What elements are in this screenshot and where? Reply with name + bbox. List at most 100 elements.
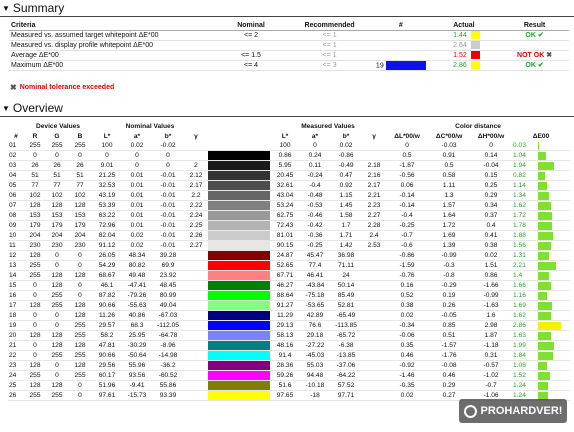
value-cell: 1.51 (470, 260, 513, 272)
color-distance-header: Color distance (455, 123, 501, 131)
value-cell: -37.06 (330, 360, 363, 372)
value-cell (362, 310, 387, 322)
recommended-header: Recommended (285, 21, 374, 31)
nominal-header: Nominal (216, 21, 286, 31)
value-cell: 51 (68, 170, 93, 182)
num-cell (373, 30, 428, 41)
value-cell: 60.17 (92, 370, 123, 382)
value-cell: 179 (24, 220, 46, 232)
value-cell: 0 (470, 141, 513, 152)
delta-e-cell: 1.04 (512, 150, 571, 162)
value-cell: 1.72 (428, 220, 471, 232)
value-cell: 57.52 (330, 380, 363, 392)
value-cell: 54.29 (92, 260, 123, 272)
value-cell: -0.01 (152, 210, 185, 222)
value-cell (184, 260, 209, 272)
value-cell: -30.29 (122, 340, 153, 352)
value-cell: 93.39 (152, 390, 185, 402)
value-cell: 1.3 (428, 190, 471, 202)
value-cell: 63.22 (92, 210, 123, 222)
value-cell: 19 (8, 320, 24, 332)
delta-e-cell: 1.62 (512, 200, 571, 212)
nominal-values-header: Nominal Values (125, 123, 175, 131)
actual-cell: 1.52 (427, 50, 469, 61)
value-cell: 55.86 (152, 380, 185, 392)
value-cell: 0 (24, 280, 46, 292)
delta-e-cell: 1.88 (512, 230, 571, 242)
color-swatch (208, 311, 271, 320)
value-cell: 1.15 (330, 190, 363, 202)
delta-e-value: 2.21 (513, 262, 526, 270)
num-cell (373, 40, 428, 51)
overview-row: 13 255 0 0 54.29 80.82 69.9 52.65 77.4 71.11 -1.59… (8, 260, 571, 272)
check-icon: ✔ (535, 62, 544, 70)
delta-e-value: 1.08 (513, 362, 526, 370)
color-swatch (208, 391, 271, 400)
collapse-triangle-icon[interactable]: ▼ (2, 4, 10, 13)
summary-section-title[interactable]: ▼ Summary (2, 1, 64, 15)
value-cell: 100 (270, 141, 301, 152)
value-cell: 1.11 (428, 180, 471, 192)
value-cell: 81.01 (270, 230, 301, 242)
value-cell: 51.6 (270, 380, 301, 392)
value-cell: 52.81 (330, 300, 363, 312)
summary-row: Maximum ΔE*00 <= 4 <= 3 19 2.86 OK ✔ (9, 60, 569, 72)
value-cell: 0 (300, 141, 331, 152)
overview-section-title[interactable]: ▼ Overview (2, 101, 63, 115)
value-cell: 51.96 (92, 380, 123, 392)
value-cell: 0.51 (428, 330, 471, 342)
delta-e-bar (538, 382, 548, 390)
value-cell (184, 141, 209, 152)
color-swatch (208, 221, 271, 230)
delta-e-cell: 0.03 (512, 141, 571, 152)
value-cell: 1.7 (330, 220, 363, 232)
delta-e-bar (538, 182, 548, 190)
value-cell: 0.47 (330, 170, 363, 182)
swatch-cell (208, 240, 271, 252)
swatch-cell (208, 370, 271, 382)
value-cell: 0 (68, 260, 93, 272)
value-cell: -0.06 (386, 330, 429, 342)
delta-e-value: 1.56 (513, 242, 526, 250)
value-cell: -0.57 (470, 360, 513, 372)
value-cell: 01 (8, 141, 24, 152)
value-cell: -79.26 (122, 290, 153, 302)
value-cell: 0.35 (386, 340, 429, 352)
value-cell: 0.52 (386, 290, 429, 302)
watermark-logo: PROHARDVER! (459, 399, 567, 423)
value-cell: -0.04 (470, 160, 513, 172)
value-cell: 2.17 (362, 180, 387, 192)
value-cell: 67.71 (270, 270, 301, 282)
color-swatch (208, 211, 271, 220)
value-cell: 0.29 (470, 190, 513, 202)
swatch-cell (208, 320, 271, 332)
value-cell: 255 (68, 350, 93, 362)
delta-e-bar (538, 362, 547, 370)
swatch-cell (208, 340, 271, 352)
value-cell (184, 300, 209, 312)
color-swatch (208, 201, 271, 210)
value-cell (362, 340, 387, 352)
value-cell: 179 (46, 220, 68, 232)
value-cell (184, 280, 209, 292)
value-cell: 255 (24, 260, 46, 272)
value-cell: -18 (300, 390, 331, 402)
value-cell: 77 (68, 180, 93, 192)
value-cell (362, 330, 387, 342)
value-cell: 39.28 (152, 250, 185, 262)
value-cell: 48.34 (122, 250, 153, 262)
value-cell: 77 (46, 180, 68, 192)
value-cell: -43.84 (300, 280, 331, 292)
value-cell: 255 (46, 350, 68, 362)
value-cell: 128 (24, 380, 46, 392)
collapse-triangle-icon[interactable]: ▼ (2, 104, 10, 113)
value-cell: -0.53 (300, 200, 331, 212)
value-cell: 55.96 (122, 360, 153, 372)
value-cell: 255 (68, 141, 93, 152)
value-cell: -0.01 (152, 190, 185, 202)
value-cell: -0.56 (386, 170, 429, 182)
value-cell (184, 290, 209, 302)
value-cell (184, 250, 209, 262)
delta-e-value: 1.14 (513, 182, 526, 190)
delta-e-cell: 1.24 (512, 380, 571, 392)
